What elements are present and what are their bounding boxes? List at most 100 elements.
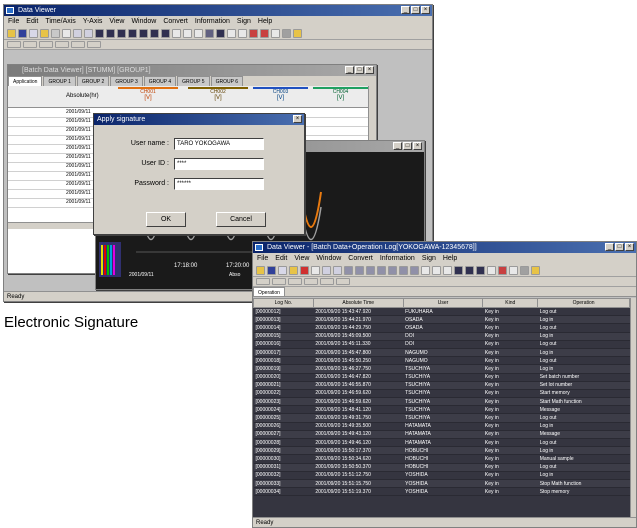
chart-icon[interactable] bbox=[205, 29, 214, 38]
close-button[interactable]: × bbox=[421, 6, 430, 14]
stop-icon[interactable] bbox=[300, 266, 309, 275]
table-row[interactable]: [00000029] 2001/09/20 15:50:17.370 HOBUCHI… bbox=[253, 446, 630, 456]
pointer-icon[interactable] bbox=[271, 29, 280, 38]
menu-time-axis[interactable]: Time/Axis bbox=[45, 16, 75, 27]
menu-file[interactable]: File bbox=[257, 253, 268, 264]
table-row[interactable]: [00000015] 2001/09/20 15:45:09.500 DOI Key … bbox=[253, 332, 630, 341]
menu-file[interactable]: File bbox=[8, 16, 19, 27]
tab-group-3[interactable]: GROUP 3 bbox=[110, 76, 143, 86]
marker-icon[interactable] bbox=[150, 29, 159, 38]
table-row[interactable]: [00000033] 2001/09/20 15:51:15.750 YOSHIDA… bbox=[253, 479, 630, 489]
chart-icon[interactable] bbox=[454, 266, 463, 275]
find-icon[interactable] bbox=[87, 41, 101, 48]
table-row[interactable]: [00000018] 2001/09/20 15:45:50.250 NAGUMO K… bbox=[253, 356, 630, 366]
zoom-out-icon[interactable] bbox=[333, 266, 342, 275]
table-row[interactable]: [00000034] 2001/09/20 15:51:19.370 YOSHIDA… bbox=[253, 487, 630, 497]
sum-icon[interactable] bbox=[410, 266, 419, 275]
menu-convert[interactable]: Convert bbox=[348, 253, 373, 264]
print-icon[interactable] bbox=[520, 266, 529, 275]
table-row[interactable]: [00000030] 2001/09/20 15:50:34.620 HOBUCHI… bbox=[253, 454, 630, 464]
undo-icon[interactable] bbox=[51, 29, 60, 38]
table-row[interactable]: [00000031] 2001/09/20 15:50:50.370 HOBUCHI… bbox=[253, 463, 630, 472]
table-row[interactable]: [00000020] 2001/09/20 15:46:47.820 TSUCHIY… bbox=[253, 373, 630, 382]
menu-help[interactable]: Help bbox=[258, 16, 272, 27]
table-row[interactable]: [00000024] 2001/09/20 15:48:41.120 TSUCHIY… bbox=[253, 405, 630, 415]
sum-icon[interactable] bbox=[161, 29, 170, 38]
table-icon[interactable] bbox=[432, 266, 441, 275]
col-absolute-time[interactable]: Absolute Time bbox=[312, 298, 404, 308]
circular-icon[interactable] bbox=[377, 266, 386, 275]
menu-window[interactable]: Window bbox=[131, 16, 156, 27]
grid-icon[interactable] bbox=[421, 266, 430, 275]
table-row[interactable]: [00000023] 2001/09/20 15:46:59.620 TSUCHIY… bbox=[253, 397, 630, 407]
maximize-button[interactable]: □ bbox=[411, 6, 420, 14]
zoom-in-icon[interactable] bbox=[322, 266, 331, 275]
prev-page-icon[interactable] bbox=[272, 278, 286, 285]
window-icon[interactable] bbox=[194, 29, 203, 38]
cancel-button[interactable]: Cancel bbox=[216, 212, 266, 227]
oplog-minimize-button[interactable]: _ bbox=[605, 243, 614, 251]
window-icon[interactable] bbox=[443, 266, 452, 275]
jump-icon[interactable] bbox=[320, 278, 334, 285]
open-icon[interactable] bbox=[7, 29, 16, 38]
ok-button[interactable]: OK bbox=[146, 212, 186, 227]
password-field[interactable]: ****** bbox=[174, 178, 264, 190]
child-maximize-button[interactable]: □ bbox=[355, 66, 364, 74]
tile-icon[interactable] bbox=[238, 29, 247, 38]
info-icon[interactable] bbox=[498, 266, 507, 275]
save-icon[interactable] bbox=[267, 266, 276, 275]
table-row[interactable]: [00000014] 2001/09/20 15:44:29.750 OSADA Ke… bbox=[253, 323, 630, 333]
grid-icon[interactable] bbox=[172, 29, 181, 38]
chart-minimize-button[interactable]: _ bbox=[393, 142, 402, 150]
digital-icon[interactable] bbox=[355, 266, 364, 275]
oplog-close-button[interactable]: × bbox=[625, 243, 634, 251]
tab-group-5[interactable]: GROUP 5 bbox=[177, 76, 210, 86]
copy-icon[interactable] bbox=[29, 29, 38, 38]
minimize-button[interactable]: _ bbox=[401, 6, 410, 14]
chart-close-button[interactable]: × bbox=[413, 142, 422, 150]
sign-icon[interactable] bbox=[260, 29, 269, 38]
dialog-close-button[interactable]: × bbox=[293, 115, 302, 123]
digital-icon[interactable] bbox=[106, 29, 115, 38]
list-icon[interactable] bbox=[117, 29, 126, 38]
chart-maximize-button[interactable]: □ bbox=[403, 142, 412, 150]
menu-sign[interactable]: Sign bbox=[237, 16, 251, 27]
trend-icon[interactable] bbox=[388, 266, 397, 275]
trend-icon[interactable] bbox=[139, 29, 148, 38]
child-close-button[interactable]: × bbox=[365, 66, 374, 74]
menu-y-axis[interactable]: Y-Axis bbox=[83, 16, 103, 27]
next-page-icon[interactable] bbox=[39, 41, 53, 48]
table-row[interactable]: [00000021] 2001/09/20 15:46:55.870 TSUCHIY… bbox=[253, 381, 630, 390]
col-operation[interactable]: Operation bbox=[537, 298, 630, 308]
paste-icon[interactable] bbox=[40, 29, 49, 38]
copy-icon[interactable] bbox=[278, 266, 287, 275]
user-name-field[interactable]: TARO YOKOGAWA bbox=[174, 138, 264, 150]
table-row[interactable]: [00000026] 2001/09/20 15:49:35.500 HATAMAT… bbox=[253, 422, 630, 431]
pointer-icon[interactable] bbox=[509, 266, 518, 275]
list-icon[interactable] bbox=[366, 266, 375, 275]
last-page-icon[interactable] bbox=[55, 41, 69, 48]
layout-icon[interactable] bbox=[227, 29, 236, 38]
tab-operation[interactable]: Operation bbox=[253, 287, 285, 296]
cursor-icon[interactable] bbox=[311, 266, 320, 275]
waveform-icon[interactable] bbox=[95, 29, 104, 38]
col-user[interactable]: User bbox=[402, 298, 484, 308]
table-row[interactable]: [00000022] 2001/09/20 15:46:59.620 TSUCHIY… bbox=[253, 389, 630, 399]
help-icon[interactable] bbox=[293, 29, 302, 38]
table-row[interactable]: [00000032] 2001/09/20 15:51:12.750 YOSHIDA… bbox=[253, 471, 630, 480]
find-icon[interactable] bbox=[336, 278, 350, 285]
paste-icon[interactable] bbox=[289, 266, 298, 275]
info-icon[interactable] bbox=[249, 29, 258, 38]
tile-icon[interactable] bbox=[487, 266, 496, 275]
menu-information[interactable]: Information bbox=[195, 16, 230, 27]
help-icon[interactable] bbox=[531, 266, 540, 275]
menu-information[interactable]: Information bbox=[380, 253, 415, 264]
split-icon[interactable] bbox=[465, 266, 474, 275]
menu-edit[interactable]: Edit bbox=[275, 253, 287, 264]
next-page-icon[interactable] bbox=[288, 278, 302, 285]
waveform-icon[interactable] bbox=[344, 266, 353, 275]
layout-icon[interactable] bbox=[476, 266, 485, 275]
table-row[interactable]: [00000016] 2001/09/20 15:45:11.330 DOI Key … bbox=[253, 340, 630, 349]
split-icon[interactable] bbox=[216, 29, 225, 38]
col-kind[interactable]: Kind bbox=[482, 298, 539, 308]
